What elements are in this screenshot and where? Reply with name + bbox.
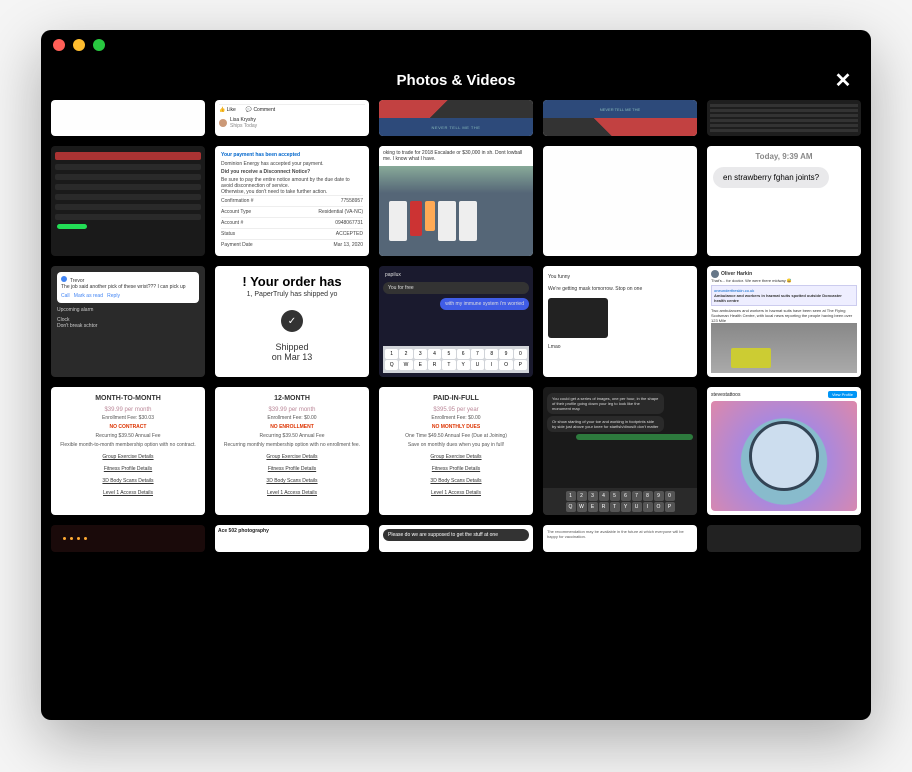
- media-thumbnail[interactable]: 👍 Like 💬 Comment Lisa Kryshy Ships Today: [215, 100, 369, 136]
- media-thumbnail[interactable]: [707, 100, 861, 136]
- message-timestamp: Today, 9:39 AM: [755, 152, 812, 161]
- media-thumbnail[interactable]: NEVER TELL ME THE: [379, 100, 533, 136]
- media-thumbnail[interactable]: Trevor The job said another pick of thes…: [51, 266, 205, 377]
- media-thumbnail[interactable]: papilux You for free with my immune syst…: [379, 266, 533, 377]
- media-thumbnail[interactable]: Your payment has been accepted Dominion …: [215, 146, 369, 256]
- media-grid: 👍 Like 💬 Comment Lisa Kryshy Ships Today…: [51, 100, 861, 552]
- media-thumbnail[interactable]: Ace 502 photography: [215, 525, 369, 552]
- titlebar: [41, 30, 871, 60]
- media-thumbnail[interactable]: PAID-IN-FULL $395.95 per year Enrollment…: [379, 387, 533, 515]
- close-window-button[interactable]: [53, 39, 65, 51]
- media-thumbnail[interactable]: The recommendation may be available in t…: [543, 525, 697, 552]
- media-thumbnail[interactable]: stevestattoos View Profile: [707, 387, 861, 515]
- media-thumbnail[interactable]: MONTH-TO-MONTH $39.99 per month Enrollme…: [51, 387, 205, 515]
- media-thumbnail[interactable]: Please do we are supposed to get the stu…: [379, 525, 533, 552]
- media-thumbnail[interactable]: [51, 525, 205, 552]
- media-thumbnail[interactable]: oking to trade for 2018 Escalade or $30,…: [379, 146, 533, 256]
- zoom-window-button[interactable]: [93, 39, 105, 51]
- checkmark-icon: ✓: [281, 310, 303, 332]
- media-thumbnail[interactable]: Today, 9:39 AM en strawberry fghan joint…: [707, 146, 861, 256]
- keyboard: 1234567890 QWERTYUIOP: [383, 346, 529, 373]
- modal-title: Photos & Videos: [397, 72, 516, 89]
- photos-videos-window: Photos & Videos ✕ 👍 Like 💬 Comment Lisa …: [41, 30, 871, 720]
- like-icon: 👍 Like: [219, 107, 236, 113]
- media-thumbnail[interactable]: ! Your order has 1, PaperTruly has shipp…: [215, 266, 369, 377]
- comment-icon: 💬 Comment: [246, 107, 275, 113]
- message-bubble: en strawberry fghan joints?: [713, 167, 829, 188]
- media-thumbnail[interactable]: You could get a series of images, one pe…: [543, 387, 697, 515]
- media-thumbnail[interactable]: [51, 100, 205, 136]
- avatar: [219, 119, 227, 127]
- traffic-lights: [53, 39, 105, 51]
- close-icon: ✕: [835, 68, 852, 93]
- payment-title: Your payment has been accepted: [221, 152, 363, 158]
- media-grid-container[interactable]: 👍 Like 💬 Comment Lisa Kryshy Ships Today…: [41, 100, 871, 720]
- modal-header: Photos & Videos ✕: [41, 60, 871, 100]
- view-profile-button: View Profile: [828, 391, 857, 398]
- close-modal-button[interactable]: ✕: [831, 68, 855, 92]
- media-thumbnail[interactable]: Oliver Harkin That's... for doctor. We w…: [707, 266, 861, 377]
- media-thumbnail[interactable]: [707, 525, 861, 552]
- media-thumbnail[interactable]: You funny We're getting mask tomorrow. S…: [543, 266, 697, 377]
- keyboard: 1234567890 QWERTYUIOP: [543, 488, 697, 515]
- media-thumbnail[interactable]: 12-MONTH $39.99 per month Enrollment Fee…: [215, 387, 369, 515]
- media-thumbnail[interactable]: [543, 146, 697, 256]
- media-thumbnail[interactable]: [51, 146, 205, 256]
- minimize-window-button[interactable]: [73, 39, 85, 51]
- media-thumbnail[interactable]: NEVER TELL ME THE: [543, 100, 697, 136]
